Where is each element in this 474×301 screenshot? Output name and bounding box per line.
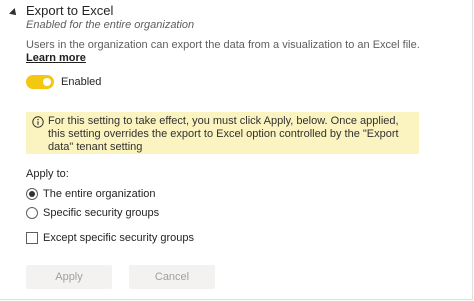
- setting-subtitle: Enabled for the entire organization: [26, 19, 195, 31]
- toggle-label: Enabled: [61, 76, 102, 88]
- setting-title[interactable]: Export to Excel: [26, 3, 113, 18]
- warning-banner: For this setting to take effect, you mus…: [26, 112, 419, 154]
- except-security-groups-checkbox-row[interactable]: Except specific security groups: [26, 231, 194, 245]
- toggle-knob: [43, 78, 51, 86]
- radio-button-checked[interactable]: [26, 188, 38, 200]
- cancel-button[interactable]: Cancel: [129, 265, 215, 289]
- radio-specific-security-groups[interactable]: Specific security groups: [26, 206, 159, 220]
- checkbox-label: Except specific security groups: [43, 232, 195, 244]
- apply-to-label: Apply to:: [26, 168, 69, 180]
- info-icon: [32, 116, 44, 128]
- enabled-toggle[interactable]: [26, 75, 54, 89]
- description-text: Users in the organization can export the…: [26, 39, 420, 51]
- radio-entire-organization[interactable]: The entire organization: [26, 187, 156, 201]
- radio-button-unchecked[interactable]: [26, 207, 38, 219]
- warning-text: For this setting to take effect, you mus…: [48, 115, 399, 153]
- learn-more-link[interactable]: Learn more: [26, 52, 86, 64]
- apply-button[interactable]: Apply: [26, 265, 112, 289]
- setting-description: Users in the organization can export the…: [26, 39, 426, 65]
- radio-label: The entire organization: [43, 188, 156, 200]
- except-security-groups-checkbox[interactable]: [26, 232, 38, 244]
- radio-label: Specific security groups: [43, 207, 160, 219]
- collapse-arrow-icon[interactable]: [9, 8, 19, 18]
- tenant-setting-panel: Export to Excel Enabled for the entire o…: [0, 0, 473, 300]
